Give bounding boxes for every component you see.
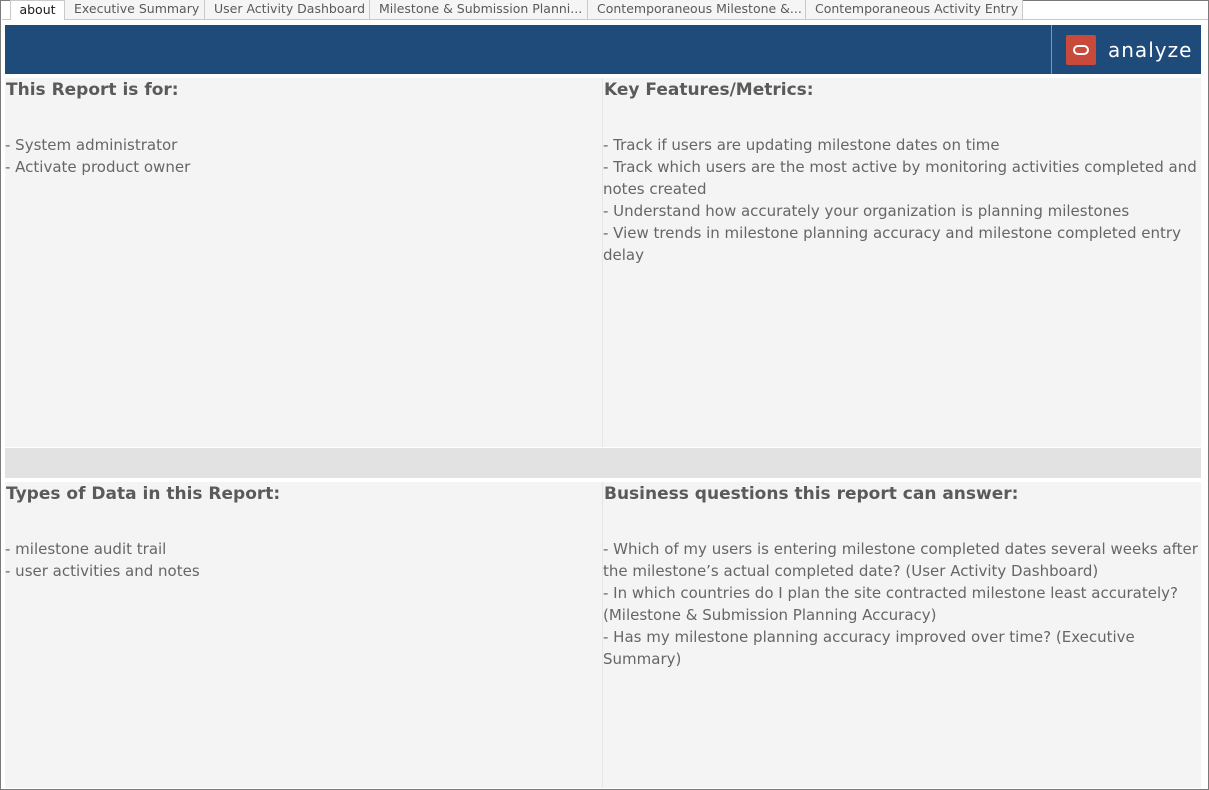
oracle-ring-icon (1066, 34, 1096, 65)
tab-bar: about Executive Summary User Activity Da… (2, 0, 1208, 20)
report-for-panel: This Report is for: - System administrat… (5, 78, 602, 447)
report-for-title: This Report is for: (6, 80, 179, 100)
tab-milestone-submission-planning[interactable]: Milestone & Submission Planni... (370, 0, 588, 19)
brand-text: analyze (1108, 37, 1193, 62)
brand-logo: analyze (1051, 25, 1201, 74)
data-types-list: - milestone audit trail - user activitie… (5, 538, 602, 582)
tab-contemporaneous-milestone[interactable]: Contemporaneous Milestone &... (588, 0, 806, 19)
list-item: - Track which users are the most active … (603, 158, 1197, 198)
tab-contemporaneous-activity-entry[interactable]: Contemporaneous Activity Entry (806, 0, 1023, 19)
section-divider (5, 448, 1201, 478)
list-item: - System administrator (5, 136, 178, 154)
header-banner: analyze (5, 25, 1201, 74)
key-features-title: Key Features/Metrics: (604, 80, 814, 100)
key-features-list: - Track if users are updating milestone … (603, 134, 1201, 266)
ring-shape (1073, 44, 1089, 55)
list-item: - Has my milestone planning accuracy imp… (603, 628, 1135, 668)
report-for-list: - System administrator - Activate produc… (5, 134, 602, 178)
business-questions-title: Business questions this report can answe… (604, 484, 1019, 504)
tab-about[interactable]: about (10, 0, 65, 20)
list-item: - milestone audit trail (5, 540, 167, 558)
tab-executive-summary[interactable]: Executive Summary (65, 0, 205, 19)
tab-bar-lead (2, 0, 10, 19)
business-questions-list: - Which of my users is entering mileston… (603, 538, 1201, 670)
list-item: - Which of my users is entering mileston… (603, 540, 1198, 580)
tab-user-activity-dashboard[interactable]: User Activity Dashboard (205, 0, 370, 19)
data-types-panel: Types of Data in this Report: - mileston… (5, 482, 602, 788)
list-item: - View trends in milestone planning accu… (603, 224, 1181, 264)
list-item: - Activate product owner (5, 158, 191, 176)
data-types-title: Types of Data in this Report: (6, 484, 281, 504)
list-item: - In which countries do I plan the site … (603, 584, 1178, 624)
list-item: - Understand how accurately your organiz… (603, 202, 1130, 220)
business-questions-panel: Business questions this report can answe… (603, 482, 1201, 788)
key-features-panel: Key Features/Metrics: - Track if users a… (603, 78, 1201, 447)
list-item: - Track if users are updating milestone … (603, 136, 1000, 154)
dashboard-window: about Executive Summary User Activity Da… (0, 0, 1209, 790)
list-item: - user activities and notes (5, 562, 200, 580)
